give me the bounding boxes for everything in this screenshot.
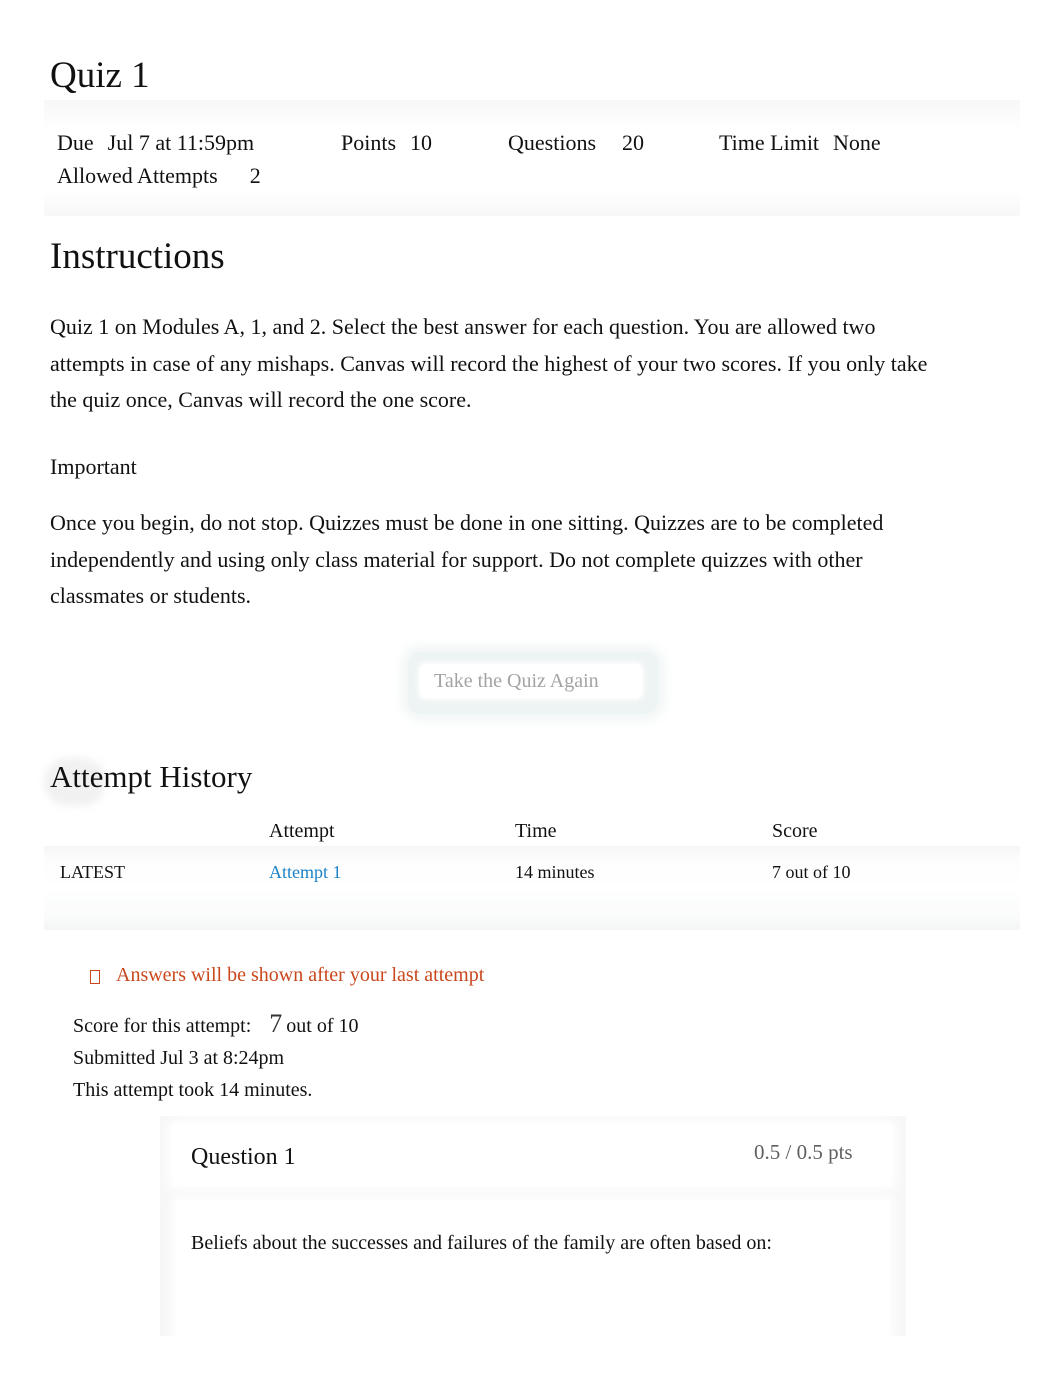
- instructions-heading: Instructions: [50, 236, 225, 277]
- score-value: 7: [269, 1009, 283, 1038]
- take-quiz-again-button[interactable]: Take the Quiz Again: [420, 664, 642, 698]
- warning-text: Answers will be shown after your last at…: [116, 964, 485, 986]
- allowed-attempts-label: Allowed Attempts: [57, 163, 218, 188]
- question-text: Beliefs about the successes and failures…: [191, 1232, 772, 1254]
- meta-time-limit: Time Limit None: [719, 129, 881, 157]
- important-paragraph: Once you begin, do not stop. Quizzes mus…: [50, 510, 884, 608]
- score-label: Score for this attempt:: [73, 1015, 252, 1037]
- instructions-paragraph: Quiz 1 on Modules A, 1, and 2. Select th…: [50, 314, 928, 412]
- meta-allowed-attempts: Allowed Attempts 2: [57, 162, 261, 190]
- meta-due: Due Jul 7 at 11:59pm: [57, 129, 254, 157]
- questions-value: 20: [622, 130, 644, 155]
- quiz-title: Quiz 1: [50, 55, 150, 96]
- question-points: 0.5 / 0.5 pts: [754, 1140, 853, 1164]
- points-value: 10: [410, 130, 433, 155]
- table-row: [44, 846, 1020, 930]
- attempt-time: 14 minutes: [515, 862, 595, 882]
- time-limit-value: None: [833, 130, 881, 155]
- answers-warning: Answers will be shown after your last at…: [88, 962, 484, 988]
- score-suffix: out of 10: [286, 1015, 359, 1037]
- score-for-attempt: Score for this attempt: 7 out of 10: [73, 1011, 359, 1039]
- column-header-score: Score: [772, 820, 818, 842]
- attempt-history-heading: Attempt History: [50, 759, 253, 794]
- column-header-attempt: Attempt: [269, 820, 335, 842]
- attempt-1-link[interactable]: Attempt 1: [269, 860, 342, 884]
- attempt-duration: This attempt took 14 minutes.: [73, 1079, 313, 1101]
- question-body: [176, 1200, 890, 1340]
- column-header-time: Time: [515, 820, 557, 842]
- latest-tag: LATEST: [60, 862, 125, 882]
- time-limit-label: Time Limit: [719, 130, 820, 155]
- due-label: Due: [57, 130, 94, 155]
- important-label: Important: [50, 454, 137, 479]
- questions-label: Questions: [508, 130, 596, 155]
- due-value: Jul 7 at 11:59pm: [107, 130, 255, 155]
- attempt-score: 7 out of 10: [772, 862, 851, 882]
- warning-icon: [90, 970, 100, 984]
- question-title: Question 1: [191, 1144, 296, 1170]
- meta-questions: Questions 20: [508, 129, 644, 157]
- meta-points: Points 10: [341, 129, 432, 157]
- quiz-meta-panel: [44, 100, 1020, 216]
- points-label: Points: [341, 130, 397, 155]
- allowed-attempts-value: 2: [249, 163, 261, 188]
- submitted-time: Submitted Jul 3 at 8:24pm: [73, 1047, 285, 1069]
